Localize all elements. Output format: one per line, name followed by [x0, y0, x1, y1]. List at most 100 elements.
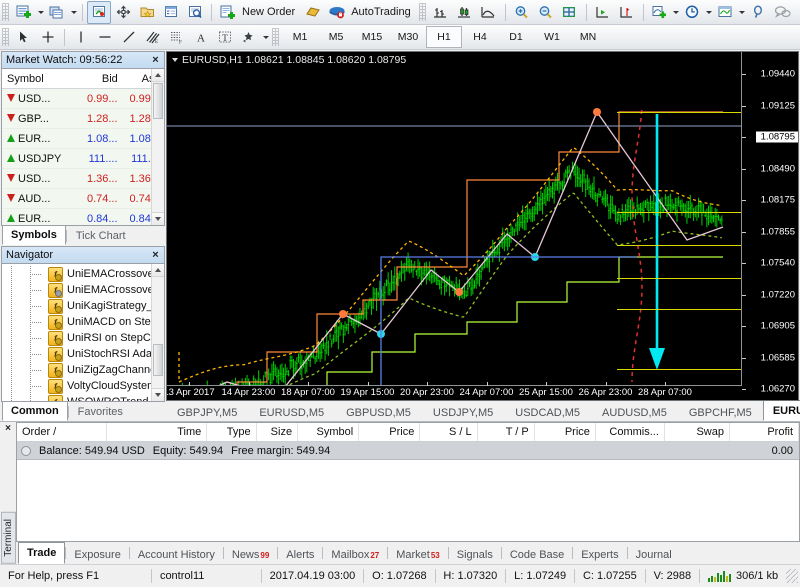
terminal-column-price[interactable]: Price: [535, 423, 596, 441]
chart-tab-usdcad-m5[interactable]: USDCAD,M5: [504, 404, 591, 421]
timeframe-mn[interactable]: MN: [570, 26, 606, 48]
chart-shift-icon[interactable]: [591, 1, 615, 24]
shapes-dropdown[interactable]: [261, 27, 270, 48]
chart-tab-gbpusd-m5[interactable]: GBPUSD,M5: [335, 404, 422, 421]
expander-circle-icon[interactable]: [21, 445, 31, 456]
periods-dropdown[interactable]: [705, 2, 714, 23]
toolbar-grip-2[interactable]: [418, 3, 426, 21]
chart-tab-eurusd-m5[interactable]: EURUSD,M5: [248, 404, 335, 421]
column-symbol[interactable]: Symbol: [2, 69, 80, 88]
bar-chart-icon[interactable]: [429, 1, 453, 24]
toolbar-grip[interactable]: [2, 3, 9, 21]
profiles-button[interactable]: [45, 1, 69, 24]
navigator-item[interactable]: f UniKagiStrategy_v: [2, 298, 164, 314]
terminal-column-time[interactable]: Time: [107, 423, 208, 441]
terminal-column-symbol[interactable]: Symbol: [298, 423, 360, 441]
market-watch-row[interactable]: USD... 1.36... 1.36...: [2, 169, 164, 189]
new-order-label[interactable]: New Order: [240, 6, 301, 18]
profiles-dropdown[interactable]: [69, 2, 78, 23]
timeframe-m15[interactable]: M15: [354, 26, 390, 48]
templates-icon[interactable]: [714, 1, 738, 24]
chat-bubbles-icon[interactable]: [771, 1, 795, 24]
navigator-button[interactable]: [135, 1, 159, 24]
navigator-item[interactable]: f UniStochRSI Adap: [2, 346, 164, 362]
navigator-header[interactable]: Navigator ×: [2, 247, 164, 264]
terminal-column-profit[interactable]: Profit: [730, 423, 800, 441]
time-axis[interactable]: 13 Apr 2017 14 Apr 23:00 18 Apr 07:00 19 Ap…: [167, 382, 742, 400]
trendline-icon[interactable]: [117, 26, 141, 49]
toolbar-grip-4[interactable]: [272, 28, 279, 46]
market-watch-row[interactable]: USDJPY 111.... 111....: [2, 149, 164, 169]
navigator-item[interactable]: f UniMACD on Step: [2, 314, 164, 330]
line-chart-icon[interactable]: [477, 1, 501, 24]
chart-tab-gbpjpy-m5[interactable]: GBPJPY,M5: [166, 404, 248, 421]
fibonacci-icon[interactable]: F: [165, 26, 189, 49]
chart-tab-eurusd[interactable]: EURUSD: [762, 400, 800, 421]
timeframe-m1[interactable]: M1: [282, 26, 318, 48]
terminal-column-commis-[interactable]: Commis...: [596, 423, 665, 441]
tab-favorites[interactable]: Favorites: [69, 402, 132, 421]
terminal-tab-code-base[interactable]: Code Base: [502, 546, 572, 564]
zoom-out-icon[interactable]: [534, 1, 558, 24]
metaeditor-icon[interactable]: [301, 1, 325, 24]
timeframe-m5[interactable]: M5: [318, 26, 354, 48]
close-icon[interactable]: ×: [5, 424, 11, 434]
market-watch-row[interactable]: AUD... 0.74... 0.74...: [2, 189, 164, 209]
templates-dropdown[interactable]: [738, 2, 747, 23]
cursor-arrow-icon[interactable]: [12, 26, 36, 49]
scroll-down-icon[interactable]: [152, 388, 164, 401]
chart-tab-gbpchf-m5[interactable]: GBPCHF,M5: [678, 404, 763, 421]
scroll-down-icon[interactable]: [152, 212, 164, 225]
market-watch-scrollbar[interactable]: [151, 69, 164, 225]
zoom-in-icon[interactable]: [510, 1, 534, 24]
market-watch-button[interactable]: [87, 0, 111, 24]
chart-tab-usdjpy-m5[interactable]: USDJPY,M5: [422, 404, 504, 421]
terminal-tab-account-history[interactable]: Account History: [130, 546, 223, 564]
terminal-column-s-l[interactable]: S / L: [420, 423, 478, 441]
tab-symbols[interactable]: Symbols: [2, 225, 66, 245]
market-watch-row[interactable]: USD... 0.99... 0.99...: [2, 89, 164, 109]
toolbar-grip-3[interactable]: [2, 28, 9, 46]
timeframe-d1[interactable]: D1: [498, 26, 534, 48]
data-window-button[interactable]: [111, 1, 135, 24]
new-chart-dropdown[interactable]: [36, 2, 45, 23]
terminal-column-t-p[interactable]: T / P: [478, 423, 535, 441]
terminal-tab-mailbox[interactable]: Mailbox 27: [323, 546, 387, 564]
terminal-column-type[interactable]: Type: [207, 423, 257, 441]
scrollbar-thumb[interactable]: [153, 83, 163, 119]
resize-grip-icon[interactable]: [786, 569, 798, 583]
terminal-column-price[interactable]: Price: [359, 423, 421, 441]
autotrading-label[interactable]: AutoTrading: [349, 6, 417, 18]
terminal-tab-news[interactable]: News 99: [224, 546, 277, 564]
timeframe-w1[interactable]: W1: [534, 26, 570, 48]
terminal-tab-journal[interactable]: Journal: [628, 546, 680, 564]
text-a-icon[interactable]: A: [189, 26, 213, 49]
tab-tick-chart[interactable]: Tick Chart: [67, 226, 135, 245]
equidistant-channel-icon[interactable]: E: [141, 26, 165, 49]
terminal-tab-signals[interactable]: Signals: [449, 546, 501, 564]
terminal-column-size[interactable]: Size: [257, 423, 299, 441]
terminal-column-order-[interactable]: Order /: [17, 423, 107, 441]
tab-common[interactable]: Common: [2, 401, 68, 421]
timeframe-m30[interactable]: M30: [390, 26, 426, 48]
status-profile[interactable]: control11: [152, 570, 261, 582]
column-bid[interactable]: Bid: [80, 69, 122, 88]
navigator-item[interactable]: f UniZigZagChanne: [2, 362, 164, 378]
timeframe-h4[interactable]: H4: [462, 26, 498, 48]
new-order-button[interactable]: [216, 1, 240, 24]
market-watch-header[interactable]: Market Watch: 09:56:22 ×: [2, 52, 164, 69]
market-watch-row[interactable]: EUR... 1.08... 1.08...: [2, 129, 164, 149]
terminal-tab-exposure[interactable]: Exposure: [66, 546, 128, 564]
terminal-tab-trade[interactable]: Trade: [18, 542, 66, 564]
clock-icon[interactable]: [681, 1, 705, 24]
chart-tile-icon[interactable]: [558, 1, 582, 24]
terminal-column-swap[interactable]: Swap: [665, 423, 730, 441]
navigator-item[interactable]: f WSOWROTrend: [2, 394, 164, 401]
arrows-shapes-icon[interactable]: [237, 26, 261, 49]
search-magnifier-icon[interactable]: [747, 1, 771, 24]
terminal-button[interactable]: [159, 1, 183, 24]
chart-tab-audusd-m5[interactable]: AUDUSD,M5: [591, 404, 678, 421]
terminal-vertical-tab[interactable]: Terminal: [0, 512, 16, 564]
terminal-tab-experts[interactable]: Experts: [573, 546, 626, 564]
scrollbar-thumb[interactable]: [153, 344, 163, 376]
